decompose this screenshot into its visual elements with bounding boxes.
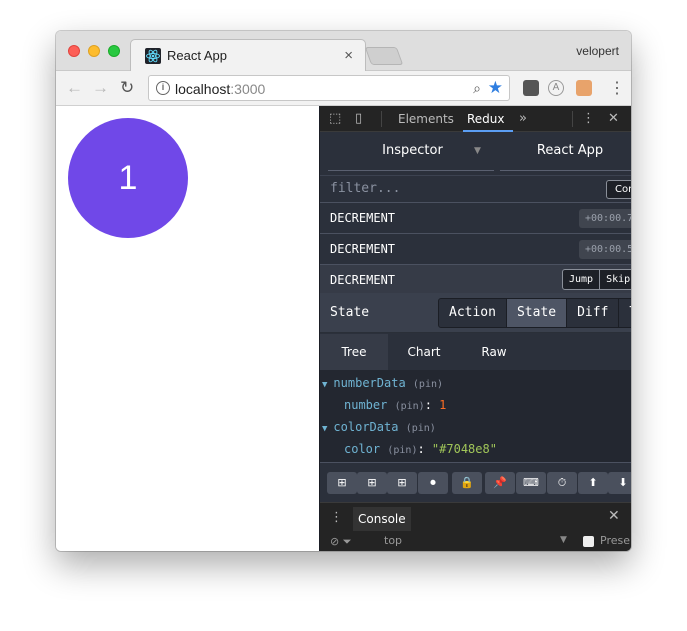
commit-button[interactable]: Com [606,180,631,199]
segment-state[interactable]: State [506,299,568,327]
tab-console[interactable]: Console [353,507,411,531]
state-title: State [330,305,370,320]
timer-button[interactable]: ⏱ [547,472,577,494]
devtools-button-bar: ⊞ ⊞ ⊞ ⏺ 🔒 📌 ⌨ ⏱ ⬆ ⬇ [320,462,631,502]
tree-leaf-number[interactable]: number (pin): 1 [344,398,446,412]
tab-close-icon[interactable]: × [344,47,353,64]
action-name: DECREMENT [330,211,396,225]
tree-node-colordata[interactable]: ▼ colorData (pin) [322,420,436,434]
devtools-menu-icon[interactable]: ⋮ [582,111,595,126]
device-toolbar-icon[interactable]: ▯ [355,111,362,126]
expand-arrow-icon[interactable]: ▼ [322,424,327,434]
tab-tree[interactable]: Tree [320,334,388,370]
upload-button[interactable]: ⬆ [578,472,608,494]
title-bar: React App × velopert [56,31,631,71]
instance-selector[interactable]: React App [500,143,631,158]
action-name: DECREMENT [330,273,396,287]
devtools-close-icon[interactable]: ✕ [608,111,619,126]
address-bar[interactable]: i localhost:3000 ⌕ ★ [148,75,510,101]
tab-elements[interactable]: Elements [398,112,454,126]
state-tree: ▼ numberData (pin) number (pin): 1 ▼ color… [320,370,631,462]
tab-raw[interactable]: Raw [460,334,528,370]
context-selector[interactable]: top [384,534,402,547]
filter-row: filter... Com [320,176,631,203]
dock-bottom-button[interactable]: ⊞ [387,472,417,494]
window-close-button[interactable] [68,45,80,57]
action-item[interactable]: DECREMENT +00:00.7 [320,203,631,234]
view-tabs: Tree Chart Raw [320,334,631,370]
tree-leaf-color[interactable]: color (pin): "#7048e8" [344,442,497,456]
browser-window: React App × velopert ← → ↻ i localhost:3… [56,31,631,551]
extension-a-icon[interactable]: A [548,80,564,96]
devtools-panel: ⬚ ▯ Elements Redux » ⋮ ✕ Inspector ▼ Rea… [319,106,631,551]
expand-arrow-icon[interactable]: ▼ [322,380,327,390]
state-header: State Action State Diff Te [320,293,631,333]
tab-title: React App [167,48,227,63]
window-minimize-button[interactable] [88,45,100,57]
back-icon[interactable]: ← [66,78,83,98]
action-item-selected[interactable]: DECREMENT Jump Skip [320,265,631,296]
detail-segmented-control: Action State Diff Te [438,298,631,328]
chevron-down-icon[interactable]: ▼ [474,146,481,156]
browser-tab[interactable]: React App × [130,39,366,71]
window-maximize-button[interactable] [108,45,120,57]
jump-button[interactable]: Jump [563,270,599,289]
filter-input[interactable]: filter... [330,181,400,196]
preserve-log-label: Prese [600,534,630,547]
info-icon[interactable]: i [156,81,170,95]
page-content: 1 [56,106,319,551]
preserve-log-checkbox[interactable] [583,536,594,547]
drawer-menu-icon[interactable]: ⋮ [330,510,343,525]
tab-chart[interactable]: Chart [390,334,458,370]
monitor-selector-row: Inspector ▼ React App [320,132,631,176]
browser-menu-icon[interactable]: ⋮ [609,78,625,98]
zoom-icon[interactable]: ⌕ [473,80,481,97]
jump-skip-group: Jump Skip [562,269,631,290]
lock-button[interactable]: 🔒 [452,472,482,494]
skip-button[interactable]: Skip [599,270,631,289]
reload-icon[interactable]: ↻ [120,78,134,98]
keyboard-button[interactable]: ⌨ [516,472,546,494]
forward-icon[interactable]: → [92,78,109,98]
pocket-extension-icon[interactable] [523,80,539,96]
tab-redux[interactable]: Redux [467,112,505,126]
chevron-down-icon[interactable]: ▼ [560,535,567,545]
drawer-close-icon[interactable]: ✕ [608,508,620,524]
bookmark-star-icon[interactable]: ★ [488,78,503,98]
segment-test[interactable]: Te [619,299,631,327]
inspect-element-icon[interactable]: ⬚ [329,111,341,126]
action-time: +00:00.7 [579,209,631,228]
action-time: +00:00.5 [579,240,631,259]
extension-face-icon[interactable] [576,80,592,96]
pin-button[interactable]: 📌 [485,472,515,494]
download-button[interactable]: ⬇ [608,472,631,494]
dock-left-button[interactable]: ⊞ [327,472,357,494]
segment-action[interactable]: Action [439,299,507,327]
number-value: 1 [118,158,138,197]
devtools-tab-bar: ⬚ ▯ Elements Redux » ⋮ ✕ [320,106,631,132]
dock-right-button[interactable]: ⊞ [357,472,387,494]
browser-toolbar: ← → ↻ i localhost:3000 ⌕ ★ A ⋮ [56,71,631,106]
react-favicon-icon [145,48,161,64]
console-drawer: ⋮ Console ✕ ⊘ ⏷ top ▼ Prese [320,502,631,551]
action-name: DECREMENT [330,242,396,256]
tree-node-numberdata[interactable]: ▼ numberData (pin) [322,376,443,390]
action-item[interactable]: DECREMENT +00:00.5 [320,234,631,265]
clear-console-icon[interactable]: ⊘ ⏷ [330,535,352,549]
inspector-dropdown[interactable]: Inspector [330,143,495,158]
segment-diff[interactable]: Diff [567,299,620,327]
more-tabs-icon[interactable]: » [519,111,527,126]
record-button[interactable]: ⏺ [418,472,448,494]
url-text[interactable]: localhost:3000 [175,81,265,97]
new-tab-button[interactable] [364,47,404,65]
number-circle[interactable]: 1 [68,118,188,238]
profile-name[interactable]: velopert [576,44,619,58]
